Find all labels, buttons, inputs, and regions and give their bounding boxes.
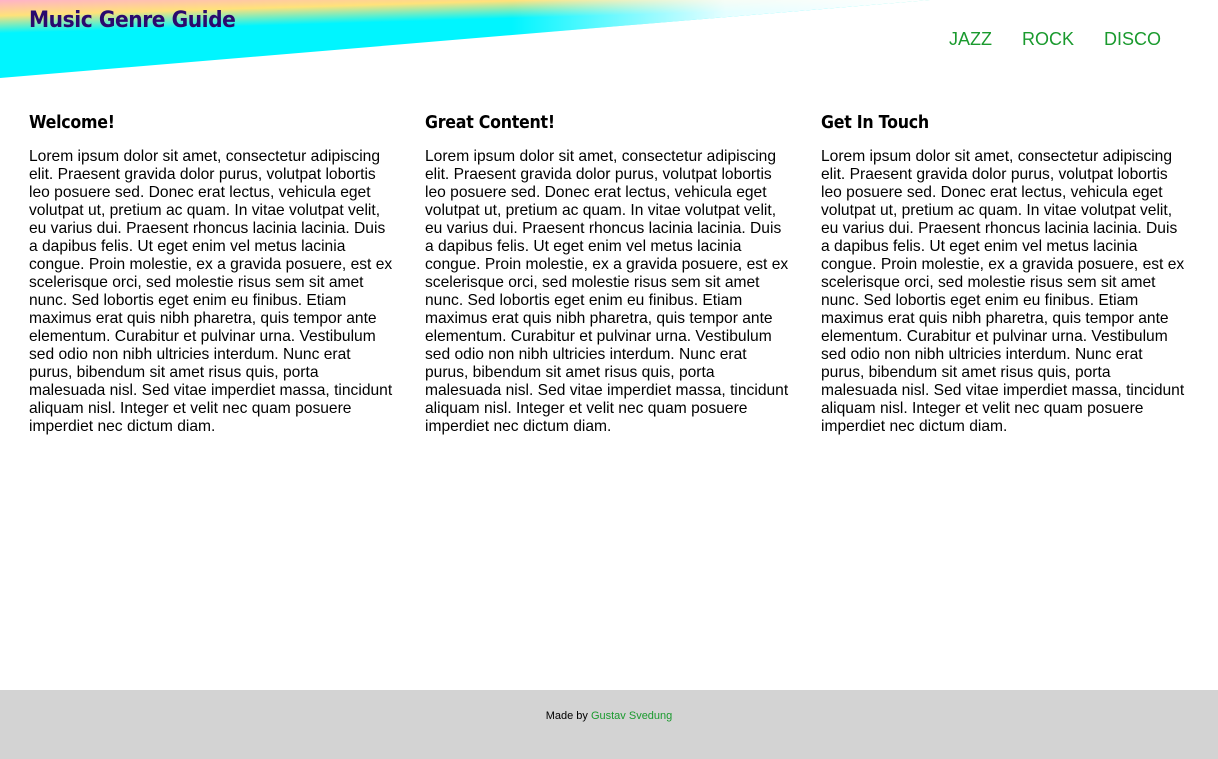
column-heading: Get In Touch — [821, 112, 929, 133]
page: Music Genre Guide JAZZ ROCK DISCO Welcom… — [0, 0, 1218, 759]
footer-credit: Made by Gustav Svedung — [0, 710, 1218, 722]
footer-prefix: Made by — [545, 710, 591, 722]
site-header: Music Genre Guide JAZZ ROCK DISCO — [0, 0, 1218, 90]
welcome-column: Welcome! Lorem ipsum dolor sit amet, con… — [29, 111, 397, 436]
column-heading: Welcome! — [29, 112, 115, 133]
site-footer: Made by Gustav Svedung — [0, 690, 1218, 759]
author-link[interactable]: Gustav Svedung — [591, 710, 672, 722]
column-heading: Great Content! — [425, 112, 555, 133]
contact-column: Get In Touch Lorem ipsum dolor sit amet,… — [821, 111, 1189, 436]
column-text: Lorem ipsum dolor sit amet, consectetur … — [425, 148, 789, 435]
main-nav: JAZZ ROCK DISCO — [919, 28, 1161, 50]
content-columns: Welcome! Lorem ipsum dolor sit amet, con… — [29, 111, 1189, 436]
site-title[interactable]: Music Genre Guide — [29, 8, 236, 33]
column-text: Lorem ipsum dolor sit amet, consectetur … — [821, 148, 1185, 435]
content-column: Great Content! Lorem ipsum dolor sit ame… — [425, 111, 793, 436]
column-text: Lorem ipsum dolor sit amet, consectetur … — [29, 148, 393, 435]
nav-link-disco[interactable]: DISCO — [1104, 28, 1161, 50]
nav-link-jazz[interactable]: JAZZ — [949, 28, 992, 50]
nav-link-rock[interactable]: ROCK — [1022, 28, 1074, 50]
